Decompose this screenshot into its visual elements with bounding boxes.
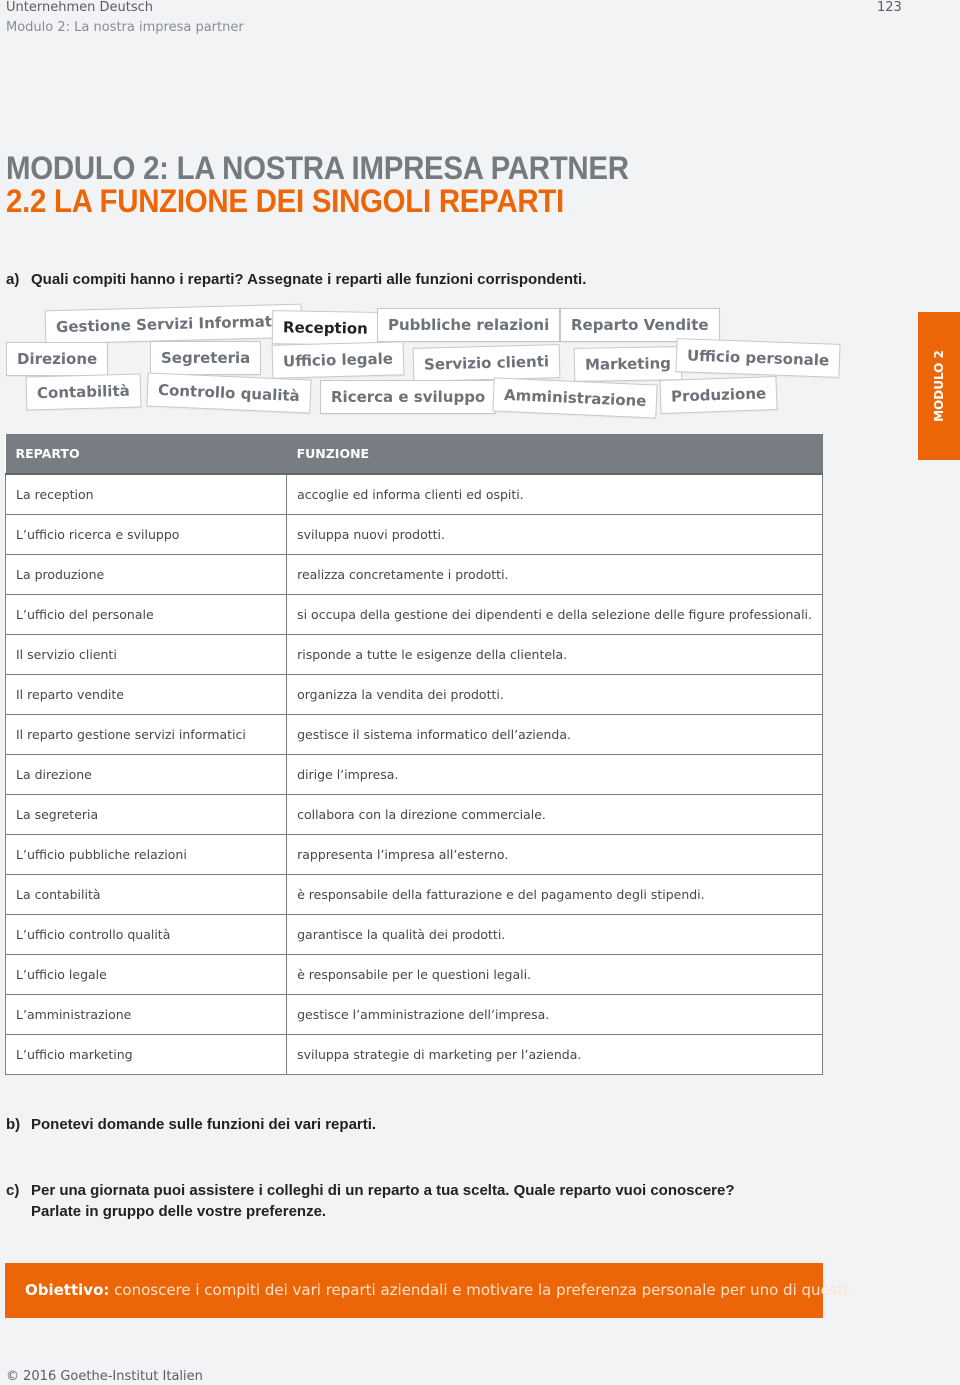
word-tag[interactable]: Ricerca e sviluppo: [320, 380, 497, 414]
task-text: Ponetevi domande sulle funzioni dei vari…: [31, 1116, 377, 1133]
task-text-line2: Parlate in gruppo delle vostre preferenz…: [31, 1203, 327, 1220]
function-cell: dirige l’impresa.: [286, 754, 823, 795]
page-number: 123: [877, 0, 902, 15]
function-cell: sviluppa nuovi prodotti.: [286, 514, 823, 555]
word-tag[interactable]: Reparto Vendite: [560, 308, 720, 342]
department-cell: Il reparto vendite: [4, 674, 288, 715]
side-tab-label: MODULO 2: [932, 350, 946, 422]
task-a: a) Quali compiti hanno i reparti? Assegna…: [6, 271, 586, 288]
module-subtitle: Modulo 2: La nostra impresa partner: [6, 20, 244, 35]
task-letter: a): [6, 271, 20, 288]
table-header-row: REPARTO FUNZIONE: [5, 434, 823, 475]
function-cell: gestisce il sistema informatico dell’azi…: [286, 714, 823, 755]
function-cell: è responsabile della fatturazione e del …: [286, 874, 823, 915]
running-header: Unternehmen Deutsch Modulo 2: La nostra …: [6, 0, 244, 38]
table-row: La contabilità è responsabile della fattu…: [4, 874, 823, 915]
task-letter: b): [6, 1116, 21, 1133]
book-title: Unternehmen Deutsch: [6, 0, 153, 15]
department-cell: L’ufficio ricerca e sviluppo: [4, 514, 288, 555]
table-row: L’amministrazione gestisce l’amministrazi…: [4, 994, 823, 1035]
table-row: Il reparto gestione servizi informatici g…: [4, 714, 823, 755]
department-cell: La reception: [4, 473, 288, 515]
table-row: Il reparto vendite organizza la vendita d…: [4, 674, 823, 715]
function-cell: realizza concretamente i prodotti.: [286, 554, 823, 595]
department-cell: Il reparto gestione servizi informatici: [4, 714, 288, 755]
module-title: MODULO 2: LA NOSTRA IMPRESA PARTNER: [6, 150, 629, 186]
word-tag[interactable]: Reception: [271, 310, 380, 346]
header-reparto: REPARTO: [5, 434, 287, 475]
word-tag[interactable]: Contabilità: [25, 373, 142, 411]
task-text-line1: Per una giornata puoi assistere i colleg…: [31, 1182, 735, 1199]
function-cell: organizza la vendita dei prodotti.: [286, 674, 823, 715]
function-cell: si occupa della gestione dei dipendenti …: [286, 594, 823, 635]
department-cell: L’ufficio pubbliche relazioni: [4, 834, 288, 875]
table-row: L’ufficio marketing sviluppa strategie di…: [4, 1034, 823, 1075]
department-cell: L’ufficio legale: [4, 954, 288, 995]
department-cell: L’ufficio marketing: [4, 1034, 288, 1075]
word-tags: Gestione Servizi Informatici Reception P…: [0, 300, 900, 430]
function-cell: rappresenta l’impresa all’esterno.: [286, 834, 823, 875]
function-cell: collabora con la direzione commerciale.: [286, 794, 823, 835]
goal-label: Obiettivo:: [25, 1281, 110, 1299]
word-tag[interactable]: Controllo qualità: [146, 372, 312, 414]
function-cell: è responsabile per le questioni legali.: [286, 954, 823, 995]
word-tag[interactable]: Ufficio personale: [675, 338, 841, 378]
department-cell: Il servizio clienti: [4, 634, 288, 675]
table-row: La produzione realizza concretamente i pr…: [4, 554, 823, 595]
table-row: L’ufficio del personale si occupa della g…: [4, 594, 823, 635]
table-row: L’ufficio legale è responsabile per le qu…: [4, 954, 823, 995]
department-cell: La produzione: [4, 554, 288, 595]
department-cell: La contabilità: [4, 874, 288, 915]
task-letter: c): [6, 1182, 20, 1199]
task-b: b) Ponetevi domande sulle funzioni dei va…: [6, 1116, 376, 1133]
copyright: © 2016 Goethe-Institut Italien: [6, 1369, 203, 1384]
function-cell: accoglie ed informa clienti ed ospiti.: [286, 473, 823, 515]
table-row: L’ufficio ricerca e sviluppo sviluppa nuo…: [4, 514, 823, 555]
header-funzione: FUNZIONE: [286, 434, 823, 475]
function-cell: gestisce l’amministrazione dell’impresa.: [286, 994, 823, 1035]
table-row: L’ufficio pubbliche relazioni rappresenta…: [4, 834, 823, 875]
function-cell: garantisce la qualità dei prodotti.: [286, 914, 823, 955]
table-row: La reception accoglie ed informa clienti …: [4, 473, 823, 515]
word-tag[interactable]: Produzione: [659, 375, 778, 415]
function-cell: risponde a tutte le esigenze della clien…: [286, 634, 823, 675]
department-cell: L’amministrazione: [4, 994, 288, 1035]
section-title: 2.2 LA FUNZIONE DEI SINGOLI REPARTI: [6, 183, 564, 219]
task-c: c) Per una giornata puoi assistere i coll…: [6, 1180, 735, 1222]
department-cell: L’ufficio del personale: [4, 594, 288, 635]
word-tag[interactable]: Direzione: [6, 342, 109, 376]
task-text: Quali compiti hanno i reparti? Assegnate…: [31, 271, 587, 288]
word-tag[interactable]: Marketing: [573, 346, 683, 382]
word-tag[interactable]: Segreteria: [150, 341, 262, 375]
table-row: Il servizio clienti risponde a tutte le e…: [4, 634, 823, 675]
word-tag[interactable]: Gestione Servizi Informatici: [44, 303, 303, 345]
goal-banner: Obiettivo: conoscere i compiti dei vari …: [5, 1263, 852, 1318]
table-row: La direzione dirige l’impresa.: [4, 754, 823, 795]
goal-text: conoscere i compiti dei vari reparti azi…: [109, 1281, 853, 1299]
department-cell: La direzione: [4, 754, 288, 795]
word-tag[interactable]: Pubbliche relazioni: [377, 308, 561, 342]
table-row: L’ufficio controllo qualità garantisce la…: [4, 914, 823, 955]
department-function-table: REPARTO FUNZIONE La reception accoglie ed…: [4, 434, 823, 1075]
department-cell: La segreteria: [4, 794, 288, 835]
table-row: La segreteria collabora con la direzione …: [4, 794, 823, 835]
word-tag[interactable]: Servizio clienti: [412, 344, 561, 382]
word-tag[interactable]: Ufficio legale: [271, 341, 405, 379]
word-tag[interactable]: Amministrazione: [492, 377, 659, 419]
department-cell: L’ufficio controllo qualità: [4, 914, 288, 955]
module-side-tab: MODULO 2: [918, 312, 960, 460]
function-cell: sviluppa strategie di marketing per l’az…: [286, 1034, 823, 1075]
